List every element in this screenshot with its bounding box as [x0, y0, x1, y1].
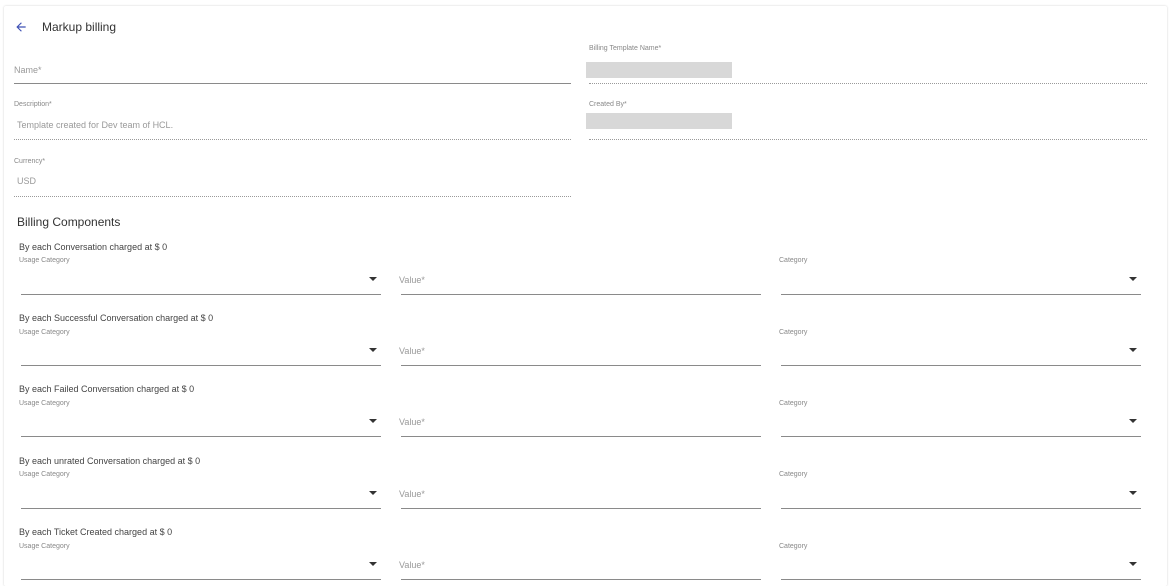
value-underline [401, 294, 761, 295]
description-underline [14, 139, 571, 140]
chevron-down-icon [1129, 491, 1137, 495]
usage-category-underline [21, 508, 381, 509]
component-title: By each Ticket Created charged at $ 0 [19, 527, 173, 537]
name-input[interactable]: Name* [14, 60, 571, 82]
arrow-left-icon[interactable] [14, 19, 30, 35]
category-label: Category [779, 543, 808, 550]
name-placeholder: Name* [14, 65, 42, 75]
usage-category-label: Usage Category [19, 257, 70, 264]
usage-category-select[interactable] [21, 341, 381, 359]
category-label: Category [779, 400, 808, 407]
component-title: By each Failed Conversation charged at $… [19, 384, 195, 394]
usage-category-underline [21, 436, 381, 437]
value-input[interactable]: Value* [399, 555, 761, 573]
description-value: Template created for Dev team of HCL. [17, 120, 174, 130]
component-title: By each Successful Conversation charged … [19, 313, 214, 323]
category-select[interactable] [781, 555, 1141, 573]
value-underline [401, 508, 761, 509]
value-placeholder: Value* [399, 489, 425, 499]
value-input[interactable]: Value* [399, 484, 761, 502]
usage-category-select[interactable] [21, 412, 381, 430]
chevron-down-icon [1129, 277, 1137, 281]
name-underline [14, 83, 571, 84]
chevron-down-icon [369, 277, 377, 281]
category-select[interactable] [781, 484, 1141, 502]
component-title: By each Conversation charged at $ 0 [19, 242, 168, 252]
category-underline [781, 436, 1141, 437]
usage-category-label: Usage Category [19, 329, 70, 336]
page-title: Markup billing [42, 20, 117, 34]
component-title: By each unrated Conversation charged at … [19, 456, 201, 466]
usage-category-underline [21, 365, 381, 366]
usage-category-select[interactable] [21, 555, 381, 573]
category-underline [781, 508, 1141, 509]
chevron-down-icon [1129, 419, 1137, 423]
chevron-down-icon [369, 348, 377, 352]
usage-category-label: Usage Category [19, 471, 70, 478]
chevron-down-icon [1129, 562, 1137, 566]
category-underline [781, 365, 1141, 366]
usage-category-label: Usage Category [19, 400, 70, 407]
usage-category-select[interactable] [21, 484, 381, 502]
currency-label: Currency* [14, 158, 46, 165]
chevron-down-icon [369, 491, 377, 495]
currency-underline [14, 196, 571, 197]
value-underline [401, 579, 761, 580]
created-by-field [586, 113, 732, 129]
billing-template-name-label: Billing Template Name* [589, 45, 662, 52]
billing-components-heading: Billing Components [17, 215, 121, 229]
category-select[interactable] [781, 270, 1141, 288]
category-underline [781, 294, 1141, 295]
category-underline [781, 579, 1141, 580]
category-label: Category [779, 471, 808, 478]
description-label: Description* [14, 101, 52, 108]
billing-template-name-field [586, 62, 732, 78]
value-placeholder: Value* [399, 560, 425, 570]
chevron-down-icon [369, 562, 377, 566]
category-select[interactable] [781, 412, 1141, 430]
page-header: Markup billing [14, 18, 116, 36]
created-by-label: Created By* [589, 101, 627, 108]
category-label: Category [779, 257, 808, 264]
value-input[interactable]: Value* [399, 412, 761, 430]
usage-category-select[interactable] [21, 270, 381, 288]
chevron-down-icon [369, 419, 377, 423]
billing-template-name-underline [589, 83, 1147, 84]
category-select[interactable] [781, 341, 1141, 359]
usage-category-label: Usage Category [19, 543, 70, 550]
chevron-down-icon [1129, 348, 1137, 352]
value-input[interactable]: Value* [399, 341, 761, 359]
value-placeholder: Value* [399, 346, 425, 356]
value-input[interactable]: Value* [399, 270, 761, 288]
value-placeholder: Value* [399, 275, 425, 285]
value-underline [401, 436, 761, 437]
category-label: Category [779, 329, 808, 336]
currency-value: USD [17, 176, 37, 186]
usage-category-underline [21, 294, 381, 295]
value-underline [401, 365, 761, 366]
value-placeholder: Value* [399, 417, 425, 427]
created-by-underline [589, 139, 1147, 140]
usage-category-underline [21, 579, 381, 580]
